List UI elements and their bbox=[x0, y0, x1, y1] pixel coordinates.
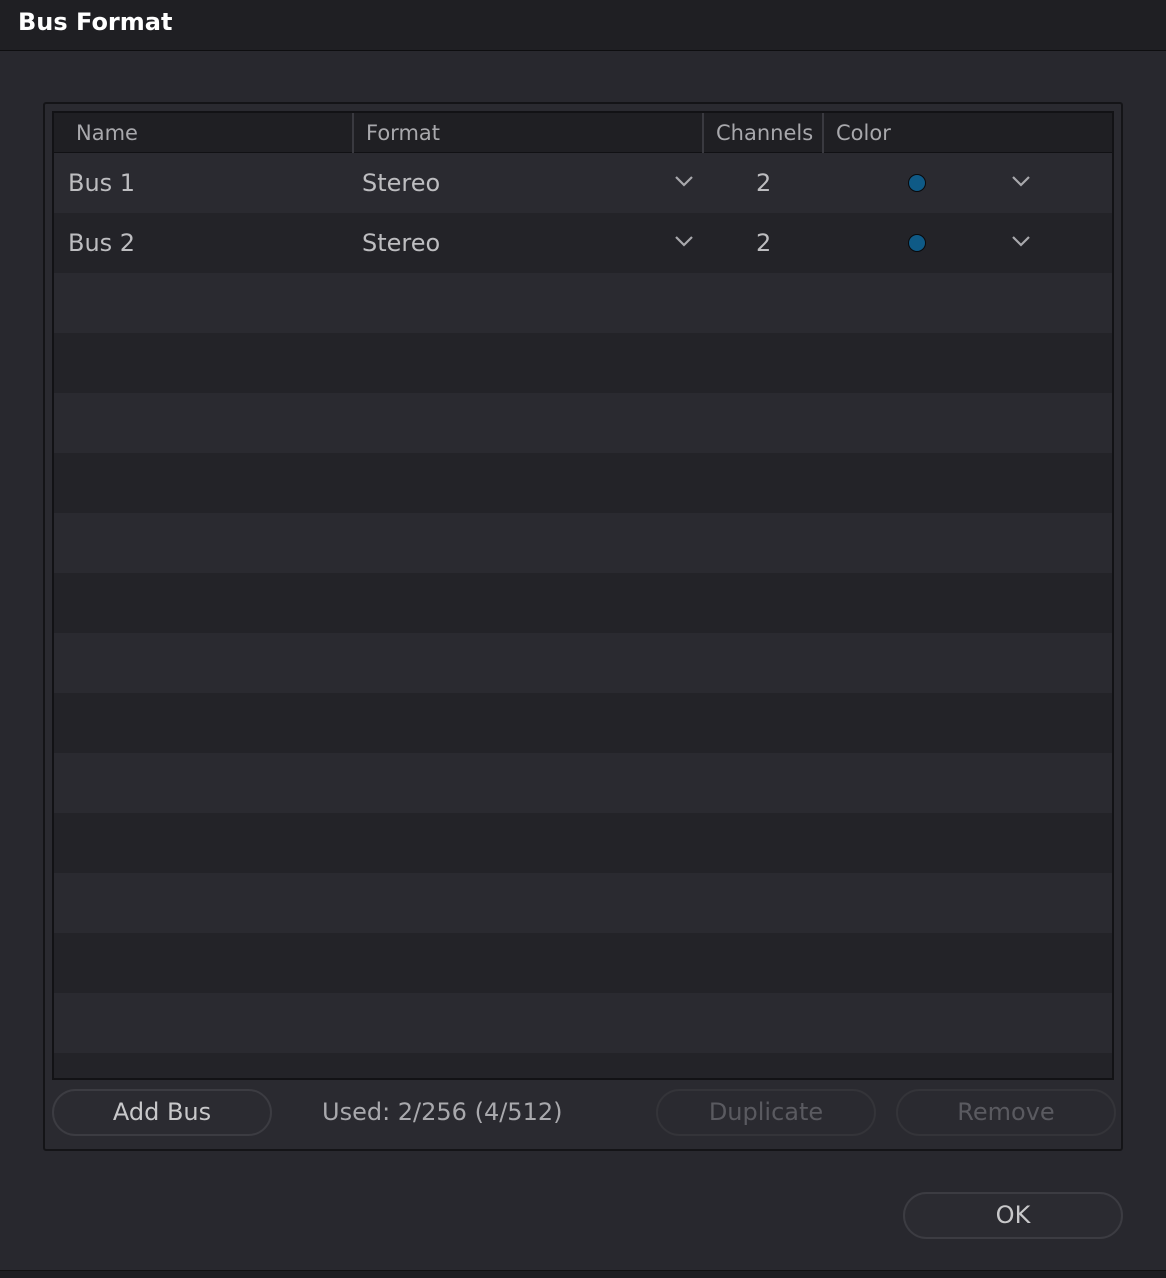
remove-button[interactable]: Remove bbox=[896, 1089, 1116, 1136]
add-bus-button[interactable]: Add Bus bbox=[52, 1089, 272, 1136]
used-count: Used: 2/256 (4/512) bbox=[322, 1098, 563, 1126]
empty-row bbox=[54, 273, 1112, 333]
title-bar: Bus Format bbox=[0, 0, 1166, 51]
bus-channels-value: 2 bbox=[756, 229, 772, 257]
dialog-title: Bus Format bbox=[18, 8, 173, 36]
empty-row bbox=[54, 933, 1112, 993]
empty-row bbox=[54, 393, 1112, 453]
color-dot-icon[interactable] bbox=[908, 234, 926, 252]
bus-panel: Name Format Channels Color Bus 1 Stereo … bbox=[43, 102, 1123, 1151]
bus-name[interactable]: Bus 1 bbox=[68, 153, 135, 213]
bus-format-value[interactable]: Stereo bbox=[362, 153, 440, 213]
empty-row bbox=[54, 333, 1112, 393]
empty-row bbox=[54, 1053, 1112, 1078]
duplicate-button[interactable]: Duplicate bbox=[656, 1089, 876, 1136]
chevron-down-icon[interactable] bbox=[1011, 234, 1031, 250]
empty-row bbox=[54, 573, 1112, 633]
bus-format-dialog: Bus Format Name Format Channels Color Bu… bbox=[0, 0, 1166, 1278]
empty-row bbox=[54, 753, 1112, 813]
empty-row bbox=[54, 513, 1112, 573]
table-row[interactable]: Bus 1 Stereo 2 bbox=[54, 153, 1112, 213]
bottom-edge bbox=[0, 1270, 1166, 1278]
table-header: Name Format Channels Color bbox=[54, 113, 1112, 153]
empty-row bbox=[54, 453, 1112, 513]
chevron-down-icon[interactable] bbox=[1011, 174, 1031, 190]
bus-table: Name Format Channels Color Bus 1 Stereo … bbox=[52, 111, 1114, 1080]
column-header-name[interactable]: Name bbox=[64, 113, 354, 153]
bus-format-value[interactable]: Stereo bbox=[362, 213, 440, 273]
empty-row bbox=[54, 693, 1112, 753]
empty-row bbox=[54, 873, 1112, 933]
chevron-down-icon[interactable] bbox=[674, 234, 694, 250]
empty-row bbox=[54, 813, 1112, 873]
empty-row bbox=[54, 633, 1112, 693]
bus-name[interactable]: Bus 2 bbox=[68, 213, 135, 273]
empty-row bbox=[54, 993, 1112, 1053]
column-header-channels[interactable]: Channels bbox=[702, 113, 822, 153]
column-header-format[interactable]: Format bbox=[352, 113, 704, 153]
ok-button[interactable]: OK bbox=[903, 1192, 1123, 1239]
table-row[interactable]: Bus 2 Stereo 2 bbox=[54, 213, 1112, 273]
table-body: Bus 1 Stereo 2 Bus 2 Stereo 2 bbox=[54, 153, 1112, 1078]
color-dot-icon[interactable] bbox=[908, 174, 926, 192]
bus-channels-value: 2 bbox=[756, 169, 772, 197]
column-header-color[interactable]: Color bbox=[822, 113, 1112, 153]
chevron-down-icon[interactable] bbox=[674, 174, 694, 190]
